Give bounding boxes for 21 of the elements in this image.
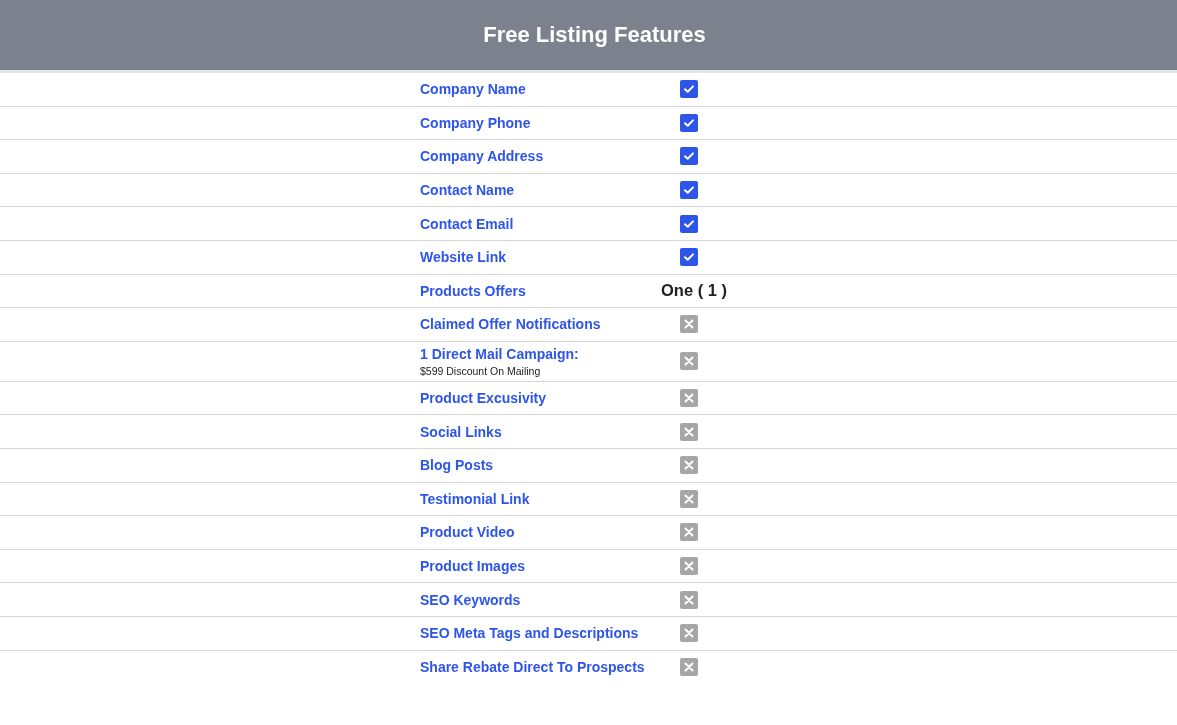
feature-label: Website Link xyxy=(420,249,508,266)
feature-label: Blog Posts xyxy=(420,457,495,474)
feature-label: 1 Direct Mail Campaign: xyxy=(420,345,580,362)
feature-label: Contact Name xyxy=(420,182,516,199)
feature-label: Product Video xyxy=(420,524,516,541)
page-title: Free Listing Features xyxy=(483,22,706,48)
feature-label: SEO Meta Tags and Descriptions xyxy=(420,625,640,642)
feature-value: One ( 1 ) xyxy=(661,281,727,301)
feature-label: Claimed Offer Notifications xyxy=(420,316,602,333)
feature-label: Company Name xyxy=(420,81,527,98)
feature-label: Product Images xyxy=(420,558,527,574)
feature-label: Products Offers xyxy=(420,282,527,299)
feature-label: Product Excusivity xyxy=(420,390,548,407)
feature-label: Contact Email xyxy=(420,215,515,232)
feature-label: Social Links xyxy=(420,423,503,440)
feature-note: $599 Discount On Mailing xyxy=(420,364,542,377)
feature-label: Company Phone xyxy=(420,114,532,131)
feature-label: Testimonial Link xyxy=(420,490,531,507)
feature-label: SEO Keywords xyxy=(420,591,522,608)
feature-label: Share Rebate Direct To Prospects xyxy=(420,659,646,676)
feature-label: Company Address xyxy=(420,148,545,165)
